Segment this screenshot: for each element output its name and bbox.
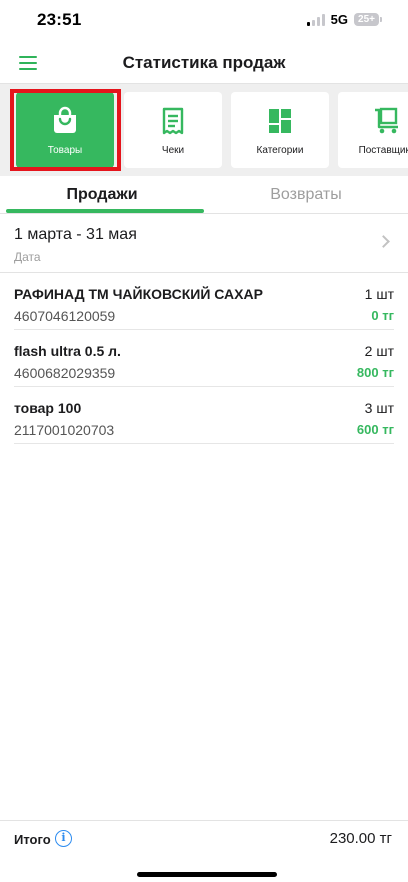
total-label: Итого — [14, 832, 51, 847]
status-bar: 23:51 5G 25+ — [0, 0, 408, 44]
total-value: 230.00 тг — [329, 830, 392, 847]
item-barcode: 4600682029359 — [14, 365, 116, 381]
item-sum: 600 тг — [356, 422, 394, 437]
tabs: Продажи Возвраты — [0, 176, 408, 214]
tile-products[interactable]: Товары — [16, 92, 114, 168]
chevron-right-icon — [377, 235, 390, 248]
tile-receipts[interactable]: Чеки — [124, 92, 222, 168]
product-list: РАФИНАД ТМ ЧАЙКОВСКИЙ САХАР 460704612005… — [14, 273, 394, 444]
report-type-tiles: Товары Чеки Категории Поставщики — [0, 84, 408, 176]
tile-label: Товары — [47, 145, 83, 156]
item-barcode: 2117001020703 — [14, 422, 115, 438]
item-sum: 800 тг — [356, 365, 394, 380]
receipt-icon — [162, 107, 184, 135]
list-item[interactable]: РАФИНАД ТМ ЧАЙКОВСКИЙ САХАР 460704612005… — [14, 273, 394, 330]
date-filter[interactable]: 1 марта - 31 мая Дата — [0, 214, 408, 273]
total-footer: Итого i 230.00 тг — [0, 820, 408, 882]
item-quantity: 3 шт — [364, 400, 394, 416]
item-sum: 0 тг — [371, 308, 394, 323]
signal-icon — [306, 13, 325, 26]
grid-icon — [269, 109, 291, 133]
date-range: 1 марта - 31 мая — [14, 226, 137, 243]
tile-suppliers[interactable]: Поставщики — [338, 92, 408, 168]
item-name: товар 100 — [14, 400, 82, 416]
shopping-bag-icon — [54, 106, 76, 133]
tile-label: Категории — [256, 145, 304, 156]
active-tab-indicator — [6, 209, 204, 213]
item-name: flash ultra 0.5 л. — [14, 343, 121, 359]
list-item[interactable]: flash ultra 0.5 л. 4600682029359 2 шт 80… — [14, 330, 394, 387]
info-icon[interactable]: i — [55, 830, 72, 847]
page-title: Статистика продаж — [122, 53, 286, 72]
item-name: РАФИНАД ТМ ЧАЙКОВСКИЙ САХАР — [14, 286, 263, 302]
status-time: 23:51 — [37, 10, 82, 29]
item-quantity: 1 шт — [364, 286, 394, 302]
tab-returns[interactable]: Возвраты — [204, 176, 408, 214]
home-indicator[interactable] — [137, 872, 277, 877]
tile-label: Поставщики — [358, 145, 408, 156]
battery-level: 25+ — [358, 14, 375, 25]
item-barcode: 4607046120059 — [14, 308, 116, 324]
app-header: Статистика продаж — [0, 44, 408, 84]
date-label: Дата — [14, 250, 41, 264]
tile-label: Чеки — [161, 145, 185, 156]
tile-categories[interactable]: Категории — [231, 92, 329, 168]
network-type: 5G — [330, 12, 348, 27]
battery-tip — [380, 17, 382, 22]
cart-icon — [375, 107, 398, 134]
list-item[interactable]: товар 100 2117001020703 3 шт 600 тг — [14, 387, 394, 444]
item-quantity: 2 шт — [364, 343, 394, 359]
status-indicators: 5G 25+ — [306, 12, 382, 27]
battery-icon: 25+ — [354, 13, 379, 26]
